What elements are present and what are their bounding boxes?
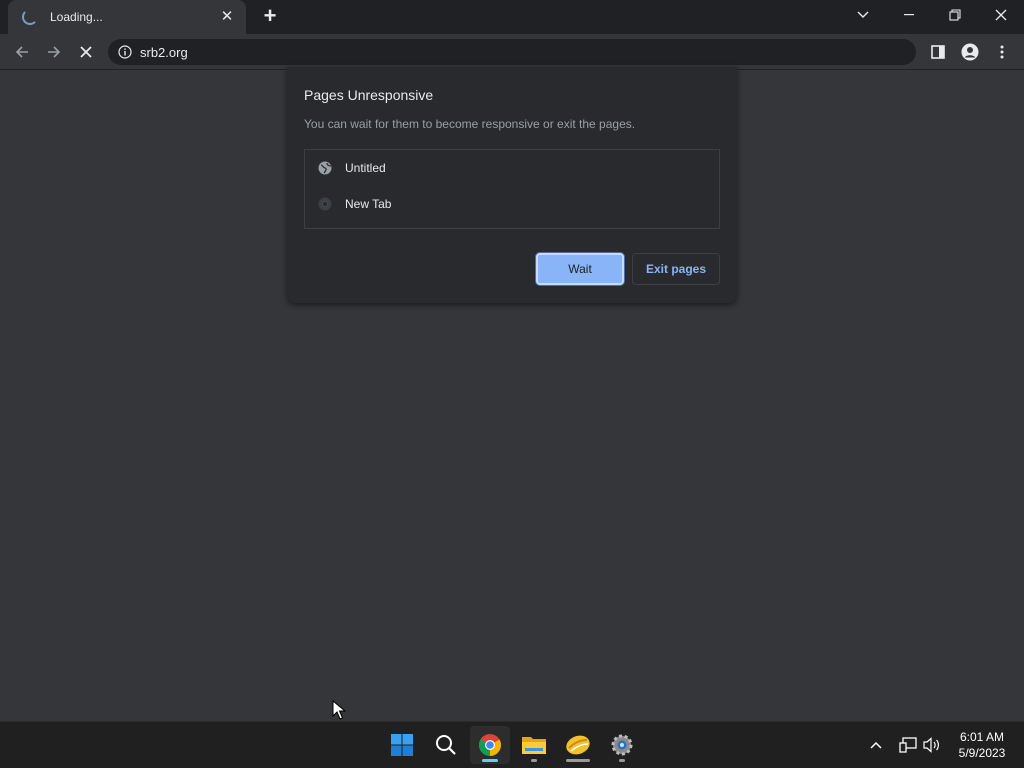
new-tab-button[interactable]: + <box>259 5 281 27</box>
settings-gear-icon <box>611 734 633 756</box>
windows-logo-icon <box>391 734 413 756</box>
minimize-button[interactable] <box>886 0 932 30</box>
tab-close-button[interactable]: ✕ <box>218 8 236 26</box>
restore-button[interactable] <box>932 0 978 30</box>
running-indicator <box>619 759 625 762</box>
exit-pages-button[interactable]: Exit pages <box>632 253 720 285</box>
taskbar-clock[interactable]: 6:01 AM 5/9/2023 <box>948 729 1016 761</box>
dialog-message: You can wait for them to become responsi… <box>304 117 636 131</box>
game-app-icon <box>566 735 590 755</box>
network-icon <box>899 737 917 753</box>
list-item: New Tab <box>317 194 391 214</box>
address-bar[interactable]: srb2.org <box>108 39 916 65</box>
title-bar: Loading... ✕ + <box>0 0 1024 34</box>
info-icon <box>118 45 132 59</box>
start-button[interactable] <box>382 726 422 764</box>
stop-icon <box>80 46 92 58</box>
clock-time: 6:01 AM <box>959 730 1005 744</box>
pages-unresponsive-dialog: Pages Unresponsive You can wait for them… <box>287 67 737 303</box>
taskbar: 6:01 AM 5/9/2023 <box>0 721 1024 768</box>
taskbar-file-explorer[interactable] <box>514 726 554 764</box>
volume-icon <box>923 737 939 753</box>
menu-button[interactable] <box>988 38 1016 66</box>
address-url: srb2.org <box>140 44 188 60</box>
dialog-title: Pages Unresponsive <box>304 87 434 103</box>
forward-button[interactable] <box>40 38 68 66</box>
search-button[interactable] <box>426 726 466 764</box>
folder-icon <box>522 737 546 754</box>
chevron-down-icon <box>857 11 869 18</box>
network-button[interactable] <box>896 722 920 768</box>
mouse-cursor-icon <box>332 700 346 720</box>
profile-icon <box>961 43 979 61</box>
back-button[interactable] <box>8 38 36 66</box>
search-icon <box>436 735 456 755</box>
chrome-logo-icon <box>479 734 501 756</box>
tab-search-button[interactable] <box>840 0 886 30</box>
side-panel-button[interactable] <box>924 38 952 66</box>
taskbar-settings[interactable] <box>602 726 642 764</box>
chevron-up-icon <box>870 741 882 749</box>
browser-tab[interactable]: Loading... ✕ <box>8 0 246 34</box>
loading-spinner-icon <box>22 9 38 25</box>
chrome-icon <box>317 196 333 212</box>
list-item: Untitled <box>317 158 386 178</box>
running-indicator <box>566 759 590 762</box>
unresponsive-pages-list: Untitled New Tab <box>304 149 720 229</box>
profile-button[interactable] <box>956 38 984 66</box>
volume-button[interactable] <box>920 722 944 768</box>
close-icon <box>995 9 1007 21</box>
globe-icon <box>317 160 333 176</box>
taskbar-chrome[interactable] <box>470 726 510 764</box>
minimize-icon <box>904 14 914 16</box>
close-window-button[interactable] <box>978 0 1024 30</box>
side-panel-icon <box>931 45 945 59</box>
taskbar-srb2[interactable] <box>558 726 598 764</box>
page-label: New Tab <box>345 197 392 211</box>
wait-button[interactable]: Wait <box>536 253 624 285</box>
page-label: Untitled <box>345 161 386 175</box>
more-vertical-icon <box>1000 45 1004 59</box>
arrow-right-icon <box>48 46 61 58</box>
show-hidden-icons-button[interactable] <box>864 722 888 768</box>
running-indicator <box>531 759 537 762</box>
arrow-left-icon <box>15 46 28 58</box>
tab-title: Loading... <box>50 10 103 24</box>
active-indicator <box>482 759 498 762</box>
restore-icon <box>949 9 961 21</box>
stop-loading-button[interactable] <box>72 38 100 66</box>
clock-date: 5/9/2023 <box>958 746 1006 760</box>
